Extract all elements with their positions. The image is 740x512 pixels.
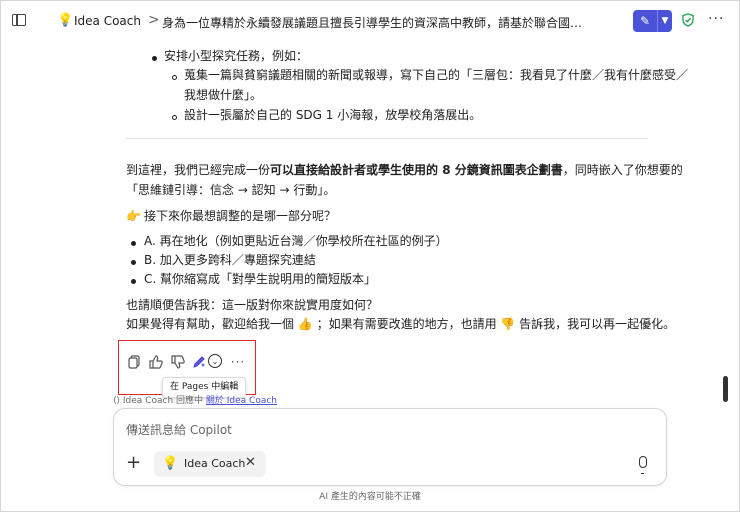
- list-item: 設計一張屬於自己的 SDG 1 小海報，放學校角落展出。: [184, 108, 482, 122]
- more-options-icon[interactable]: ···: [708, 11, 724, 27]
- question-emoji: 👉: [126, 209, 141, 223]
- lightbulb-icon: 💡: [57, 13, 74, 28]
- lightbulb-icon: 💡: [162, 456, 179, 471]
- add-icon[interactable]: +: [126, 453, 141, 473]
- agent-chip-label: Idea Coach: [184, 457, 246, 470]
- list-item-continuation: 我想做什麼」。: [184, 88, 263, 102]
- sidebar-toggle-icon[interactable]: [12, 14, 26, 26]
- breadcrumb-separator: >: [148, 12, 160, 28]
- list-item: 蒐集一篇與貧窮議題相關的新聞或報導，寫下自己的「三層包：我看見了什麼／我有什麼感…: [184, 68, 689, 82]
- agent-chip[interactable]: 💡 Idea Coach ✕: [154, 451, 266, 477]
- divider: [125, 138, 648, 139]
- chevron-down-icon[interactable]: ▼: [658, 10, 672, 32]
- top-bar: 💡 Idea Coach > 身為一位專精於永續發展議題且擅長引導學生的資深高中…: [0, 0, 740, 42]
- summary-text: 到這裡，我們已經完成一份: [126, 163, 271, 177]
- bullet: [131, 241, 136, 246]
- microphone-icon[interactable]: [639, 456, 647, 474]
- copy-icon[interactable]: [126, 354, 142, 370]
- disclaimer: AI 產生的內容可能不正確: [319, 492, 421, 502]
- new-chat-split-button[interactable]: ✎ ▼: [633, 10, 672, 32]
- summary-text-end: ，同時嵌入了你想要的: [562, 163, 683, 177]
- summary-line: 到這裡，我們已經完成一份可以直接給設計者或學生使用的 8 分鏡資訊圖表企劃書，同…: [126, 161, 683, 179]
- more-icon[interactable]: ···: [229, 354, 247, 370]
- close-icon[interactable]: ✕: [245, 455, 256, 470]
- bullet: [131, 279, 136, 284]
- attribution-link[interactable]: 關於 Idea Coach: [206, 396, 277, 406]
- agent-chip-icon: ⟨⟩: [113, 396, 121, 406]
- bullet: [172, 75, 177, 80]
- message-input[interactable]: 傳送訊息給 Copilot: [126, 421, 232, 438]
- agent-name[interactable]: Idea Coach: [74, 14, 141, 28]
- thumbs-down-icon[interactable]: [170, 354, 186, 370]
- scrollbar-thumb[interactable]: [723, 376, 728, 402]
- chevron-down-icon[interactable]: ⌄: [208, 354, 222, 368]
- option-item: C. 幫你縮寫成「對學生說明用的簡短版本」: [144, 272, 377, 286]
- list-item: 安排小型探究任務，例如：: [164, 49, 309, 63]
- summary-line-2: 「思維鏈引導：信念 → 認知 → 行動」。: [126, 183, 336, 197]
- shield-icon[interactable]: [682, 13, 694, 27]
- message-composer[interactable]: 傳送訊息給 Copilot + 💡 Idea Coach ✕: [113, 408, 667, 486]
- bullet: [152, 56, 157, 61]
- chat-title: 身為一位專精於永續發展議題且擅長引導學生的資深高中教師，請基於聯合國永續發展目標…: [162, 16, 587, 30]
- option-item: A. 再在地化（例如更貼近台灣／你學校所在社區的例子）: [144, 234, 448, 248]
- new-chat-icon[interactable]: ✎: [633, 10, 658, 32]
- question-text: 接下來你最想調整的是哪一部分呢？: [144, 209, 337, 223]
- bullet: [172, 115, 177, 120]
- pen-sparkle-icon[interactable]: [191, 354, 207, 370]
- message-content: 安排小型探究任務，例如： 蒐集一篇與貧窮議題相關的新聞或報導，寫下自己的「三層包…: [0, 42, 740, 402]
- feedback-line-2: 如果覺得有幫助，歡迎給我一個 👍 ；如果有需要改進的地方，也請用 👎 告訴我，我…: [126, 317, 676, 331]
- option-item: B. 加入更多跨科／專題探究連結: [144, 253, 316, 267]
- attribution-text: Idea Coach 回應中: [122, 396, 204, 406]
- attribution: ⟨⟩ Idea Coach 回應中 關於 Idea Coach: [113, 393, 277, 406]
- thumbs-up-icon[interactable]: [148, 354, 164, 370]
- summary-bold-text: 可以直接給設計者或學生使用的 8 分鏡資訊圖表企劃書: [270, 163, 563, 177]
- feedback-line: 也請順便告訴我：這一版對你來說實用度如何？: [126, 298, 379, 312]
- bullet: [131, 260, 136, 265]
